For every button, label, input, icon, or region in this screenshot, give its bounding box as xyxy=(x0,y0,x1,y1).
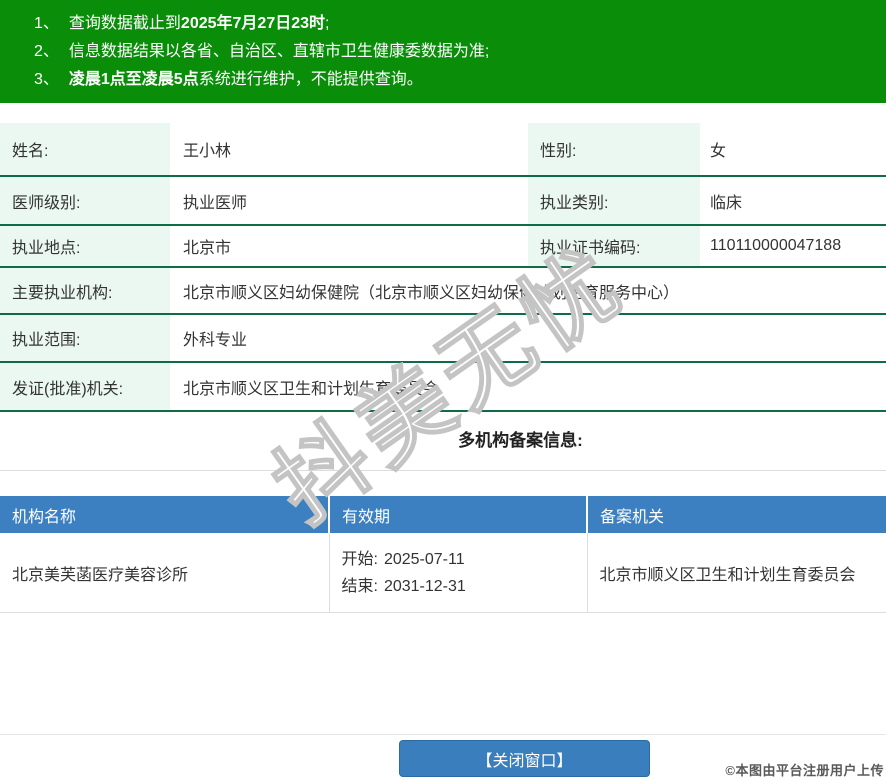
notice-text: 系统进行维护，不能提供查询。 xyxy=(198,71,423,88)
practice-scope-label: 执业范围: xyxy=(0,314,170,363)
notice-text-bold: 2025年7月27日23时 xyxy=(180,15,326,32)
start-date: 2025-07-11 xyxy=(383,550,465,568)
end-date: 2031-12-31 xyxy=(383,577,466,595)
table-row: 主要执业机构: 北京市顺义区妇幼保健院（北京市顺义区妇幼保健计划生育服务中心） xyxy=(0,267,886,315)
notice-number: 2、 xyxy=(34,43,59,60)
notice-text: 信息数据结果以各省、自治区、直辖市卫生健康委数据为准; xyxy=(68,43,490,60)
table-row: 发证(批准)机关: 北京市顺义区卫生和计划生育委员会 xyxy=(0,362,886,412)
filing-table-row: 北京美芙菡医疗美容诊所 开始: 2025-07-11 结束: 2031-12-31 … xyxy=(0,533,886,613)
start-label: 开始: xyxy=(341,550,378,568)
filing-section-title: 多机构备案信息: xyxy=(458,431,583,450)
notice-text: ; xyxy=(325,15,330,32)
practitioner-info-table: 姓名: 王小林 性别: 女 医师级别: 执业医师 执业类别: 临床 执业地点: … xyxy=(0,123,886,412)
main-institution-value: 北京市顺义区妇幼保健院（北京市顺义区妇幼保健计划生育服务中心） xyxy=(170,267,886,315)
org-name-header: 机构名称 xyxy=(0,496,329,533)
notice-number: 3、 xyxy=(34,71,59,88)
gender-label: 性别: xyxy=(528,123,700,177)
notice-line-2: 2、 信息数据结果以各省、自治区、直辖市卫生健康委数据为准; xyxy=(34,38,878,66)
end-label: 结束: xyxy=(341,577,378,595)
filing-authority-header: 备案机关 xyxy=(586,496,886,533)
notice-line-1: 1、 查询数据截止到2025年7月27日23时; xyxy=(34,10,878,38)
doctor-level-label: 医师级别: xyxy=(0,176,170,226)
validity-end: 结束: 2031-12-31 xyxy=(342,573,583,600)
name-label: 姓名: xyxy=(0,123,170,177)
notice-text-bold: 凌晨1点至凌晨5点 xyxy=(68,71,199,88)
notice-banner: 1、 查询数据截止到2025年7月27日23时; 2、 信息数据结果以各省、自治区、… xyxy=(0,0,886,103)
practice-scope-value: 外科专业 xyxy=(170,314,886,363)
notice-text: 查询数据截止到 xyxy=(68,15,181,32)
issuing-authority-value: 北京市顺义区卫生和计划生育委员会 xyxy=(170,362,886,412)
org-name-cell: 北京美芙菡医疗美容诊所 xyxy=(0,533,329,613)
gender-value: 女 xyxy=(700,123,886,177)
notice-number: 1、 xyxy=(34,15,59,32)
practice-location-value: 北京市 xyxy=(170,225,528,268)
divider xyxy=(0,470,886,471)
practice-location-label: 执业地点: xyxy=(0,225,170,268)
practice-category-value: 临床 xyxy=(700,176,886,226)
table-row: 执业范围: 外科专业 xyxy=(0,314,886,363)
table-row: 姓名: 王小林 性别: 女 xyxy=(0,123,886,177)
practice-category-label: 执业类别: xyxy=(528,176,700,226)
table-row: 医师级别: 执业医师 执业类别: 临床 xyxy=(0,176,886,226)
validity-cell: 开始: 2025-07-11 结束: 2031-12-31 xyxy=(328,533,587,613)
notice-line-3: 3、 凌晨1点至凌晨5点系统进行维护，不能提供查询。 xyxy=(34,66,878,94)
filing-authority-cell: 北京市顺义区卫生和计划生育委员会 xyxy=(586,533,886,613)
name-value: 王小林 xyxy=(170,123,528,177)
license-number-label: 执业证书编码: xyxy=(528,225,700,268)
copyright-stamp: ©本图由平台注册用户上传 xyxy=(725,763,884,778)
doctor-level-value: 执业医师 xyxy=(170,176,528,226)
validity-header: 有效期 xyxy=(328,496,587,533)
table-row: 执业地点: 北京市 执业证书编码: 110110000047188 xyxy=(0,225,886,268)
license-number-value: 110110000047188 xyxy=(700,225,886,268)
issuing-authority-label: 发证(批准)机关: xyxy=(0,362,170,412)
close-window-button[interactable]: 【关闭窗口】 xyxy=(399,740,650,777)
filing-table-header-row: 机构名称 有效期 备案机关 xyxy=(0,496,886,533)
divider xyxy=(0,734,886,735)
main-institution-label: 主要执业机构: xyxy=(0,267,170,315)
filing-table: 机构名称 有效期 备案机关 北京美芙菡医疗美容诊所 开始: 2025-07-11 … xyxy=(0,496,886,613)
validity-start: 开始: 2025-07-11 xyxy=(342,546,583,573)
